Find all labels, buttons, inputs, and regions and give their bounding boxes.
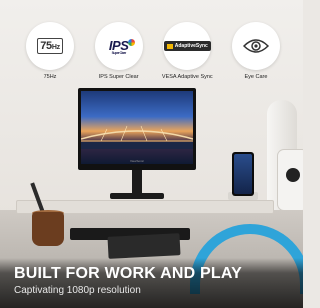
adaptive-sync-icon: AdaptiveSync [163,22,212,70]
vesa-flag-icon [166,43,173,49]
ips-logo: IPS Super Clear [109,38,136,55]
feature-label-ips: IPS Super Clear [98,74,139,80]
monitor-brand: ViewSonic [130,159,144,163]
phone [232,152,254,196]
phone-screen [234,154,252,194]
vesa-logo: AdaptiveSync [163,41,211,51]
75hz-logo: 75Hz [37,38,63,54]
75hz-logo-unit: Hz [51,44,60,51]
feature-label-eye-care: Eye Care [244,74,268,80]
notebook [107,233,181,259]
feature-badges: 75Hz 75Hz IPS Super Clear IPS Super Clea… [18,22,288,82]
ips-icon: IPS Super Clear [94,22,143,70]
color-wheel-icon [128,38,136,46]
caption: BUILT FOR WORK AND PLAY Captivating 1080… [0,258,303,308]
feature-eye-care: Eye Care [224,22,288,82]
speaker [278,150,303,210]
feature-label-75hz: 75Hz [43,74,57,80]
coffee-mug [32,212,64,246]
eye-icon [231,22,280,70]
monitor-stand-base [110,193,164,199]
75hz-icon: 75Hz [26,22,74,70]
subline: Captivating 1080p resolution [14,285,141,296]
feature-ips: IPS Super Clear IPS Super Clear [87,22,151,82]
speaker-grille [286,168,300,182]
monitor-stand-neck [132,170,142,194]
monitor: ViewSonic [78,88,196,170]
ips-logo-sub: Super Clear [111,50,127,55]
headline: BUILT FOR WORK AND PLAY [14,265,242,282]
feature-adaptive-sync: AdaptiveSync VESA Adaptive Sync [155,22,219,82]
feature-label-adaptive-sync: VESA Adaptive Sync [161,74,213,80]
product-banner: 75Hz 75Hz IPS Super Clear IPS Super Clea… [0,0,303,308]
bridge-illustration [81,125,193,149]
monitor-screen-image: ViewSonic [81,91,193,164]
feature-75hz: 75Hz 75Hz [18,22,82,82]
vesa-logo-text: AdaptiveSync [174,43,208,49]
eye-glyph [242,39,269,53]
75hz-logo-number: 75 [40,40,52,52]
